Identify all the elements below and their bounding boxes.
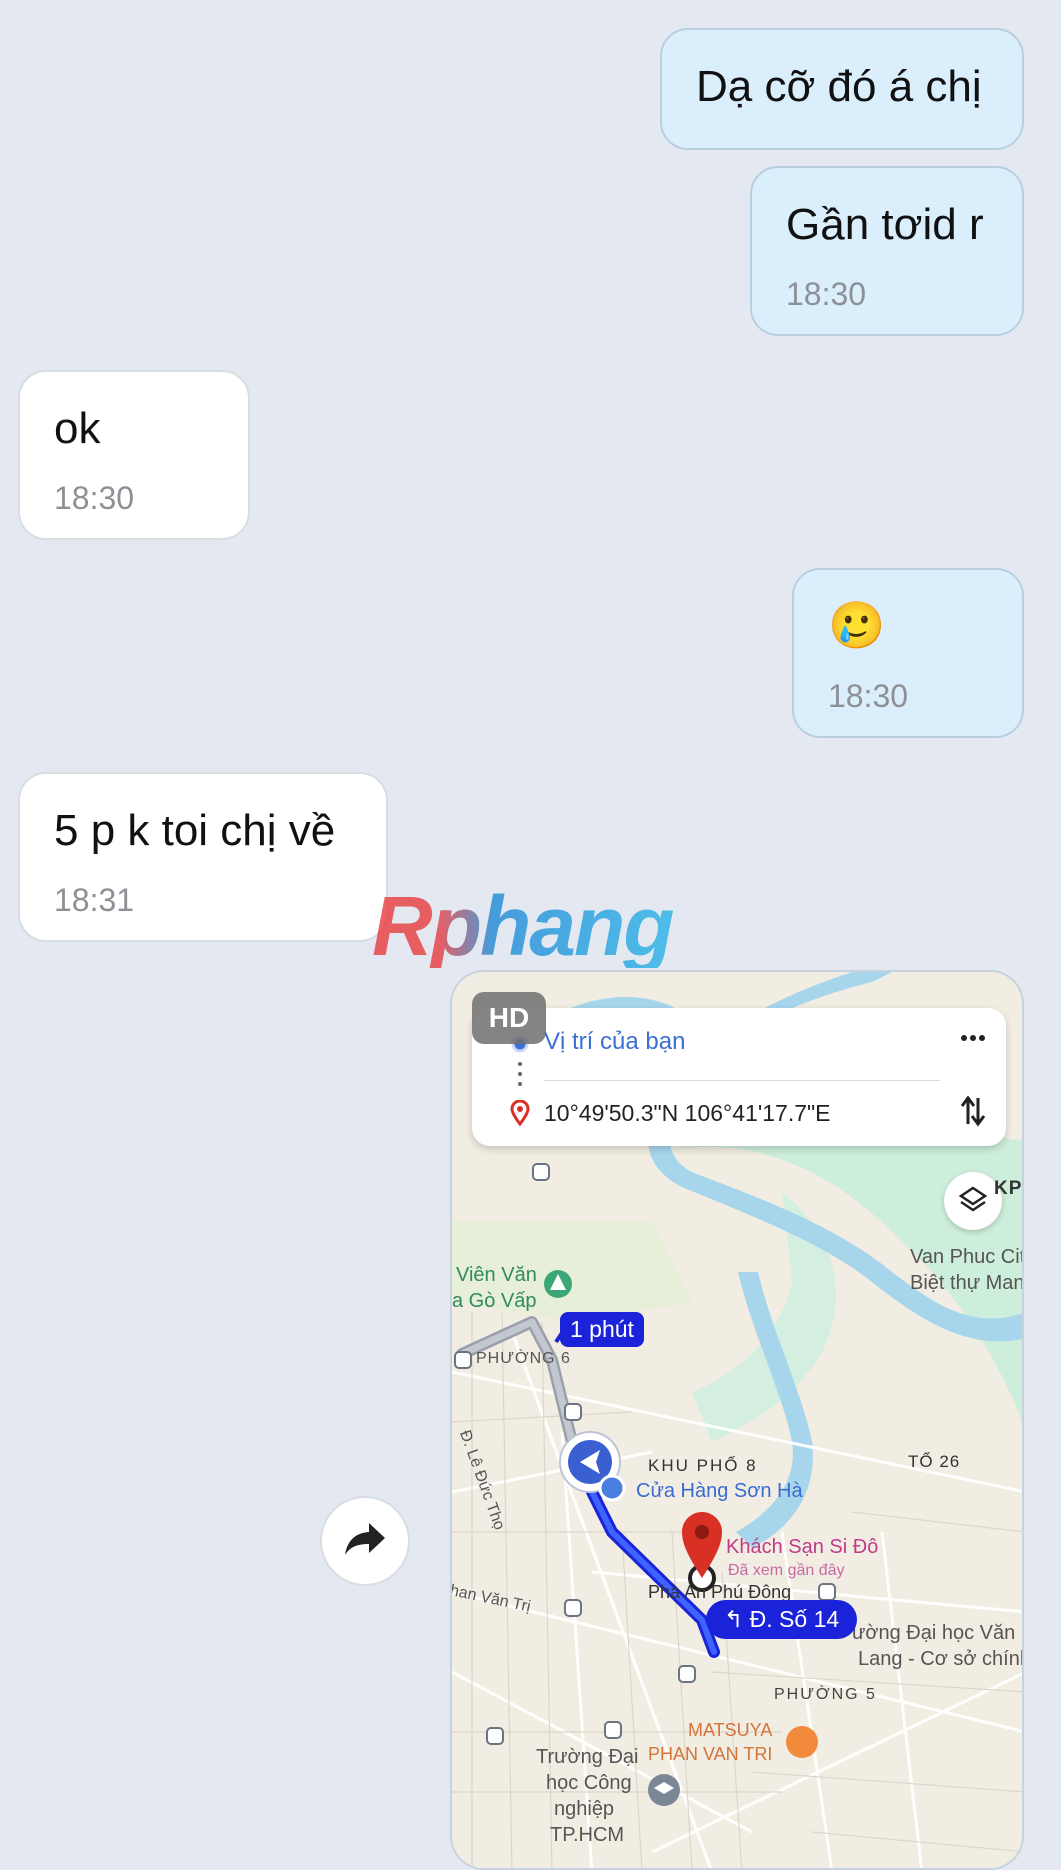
route-dots-icon [516, 1060, 524, 1095]
hd-badge: HD [472, 992, 546, 1044]
swap-direction-icon[interactable] [960, 1094, 986, 1133]
message-bubble-incoming[interactable]: ok 18:30 [18, 370, 250, 540]
map-label: KP [994, 1178, 1023, 1199]
message-timestamp: 18:31 [54, 882, 135, 918]
message-bubble-incoming[interactable]: 5 p k toi chị về 18:31 [18, 772, 388, 942]
layers-icon [958, 1184, 988, 1219]
message-text: Dạ cỡ đó á chị [696, 62, 982, 111]
map-location-message[interactable]: HD Vị trí của bạn 10°49'50.3"N 106°41'17… [450, 970, 1024, 1870]
route-destination-label[interactable]: 10°49'50.3"N 106°41'17.7"E [544, 1100, 831, 1127]
map-label: Biệt thự Mans [910, 1272, 1024, 1294]
map-label: ường Đại học Văn [852, 1622, 1016, 1644]
message-timestamp: 18:30 [786, 276, 867, 312]
panel-divider [544, 1080, 940, 1081]
route-origin-label[interactable]: Vị trí của bạn [544, 1028, 685, 1056]
message-timestamp: 18:30 [54, 480, 135, 516]
watermark-logo: Rphang [372, 879, 675, 973]
map-label: PHƯỜNG 5 [774, 1686, 877, 1703]
message-text: ok [54, 404, 101, 453]
message-text: Gần tơid r [786, 200, 984, 249]
map-label: Khách Sạn Si Đô [726, 1536, 879, 1558]
destination-pin-icon [510, 1099, 530, 1131]
map-label: a Gò Vấp [452, 1290, 537, 1312]
forward-button[interactable] [320, 1496, 410, 1586]
turn-street-label: Đ. Số 14 [749, 1606, 840, 1632]
map-label: TỔ 26 [908, 1452, 961, 1471]
route-duration-chip: 1 phút [560, 1312, 644, 1347]
map-label: KHU PHỐ 8 [648, 1456, 758, 1475]
map-label: nghiệp [554, 1798, 615, 1820]
turn-left-icon: ↰ [724, 1606, 750, 1632]
route-panel[interactable]: Vị trí của bạn 10°49'50.3"N 106°41'17.7"… [472, 1008, 1006, 1146]
map-label: MATSUYA [688, 1720, 773, 1740]
message-bubble-outgoing[interactable]: 🥲 18:30 [792, 568, 1024, 738]
more-options-icon[interactable] [960, 1030, 986, 1048]
turn-instruction-chip: ↰ Đ. Số 14 [706, 1600, 858, 1639]
message-text: 5 p k toi chị về [54, 806, 336, 855]
map-label: Cửa Hàng Sơn Hà [636, 1480, 803, 1502]
message-bubble-outgoing[interactable]: Gần tơid r 18:30 [750, 166, 1024, 336]
map-label: Đã xem gần đây [728, 1562, 845, 1579]
map-label: TP.HCM [550, 1824, 625, 1846]
forward-arrow-icon [343, 1521, 387, 1562]
message-bubble-outgoing[interactable]: Dạ cỡ đó á chị [660, 28, 1024, 150]
map-label: Lang - Cơ sở chính [858, 1648, 1024, 1670]
emoji-message: 🥲 [828, 599, 886, 651]
map-label: PHAN VAN TRI [648, 1744, 773, 1764]
message-timestamp: 18:30 [828, 678, 909, 714]
map-label: học Công [546, 1772, 632, 1794]
map-label: Van Phuc Cit [910, 1246, 1024, 1268]
map-label: Trường Đại [536, 1746, 639, 1768]
map-label: PHƯỜNG 6 [476, 1350, 571, 1367]
map-label: Viên Văn [456, 1264, 537, 1286]
